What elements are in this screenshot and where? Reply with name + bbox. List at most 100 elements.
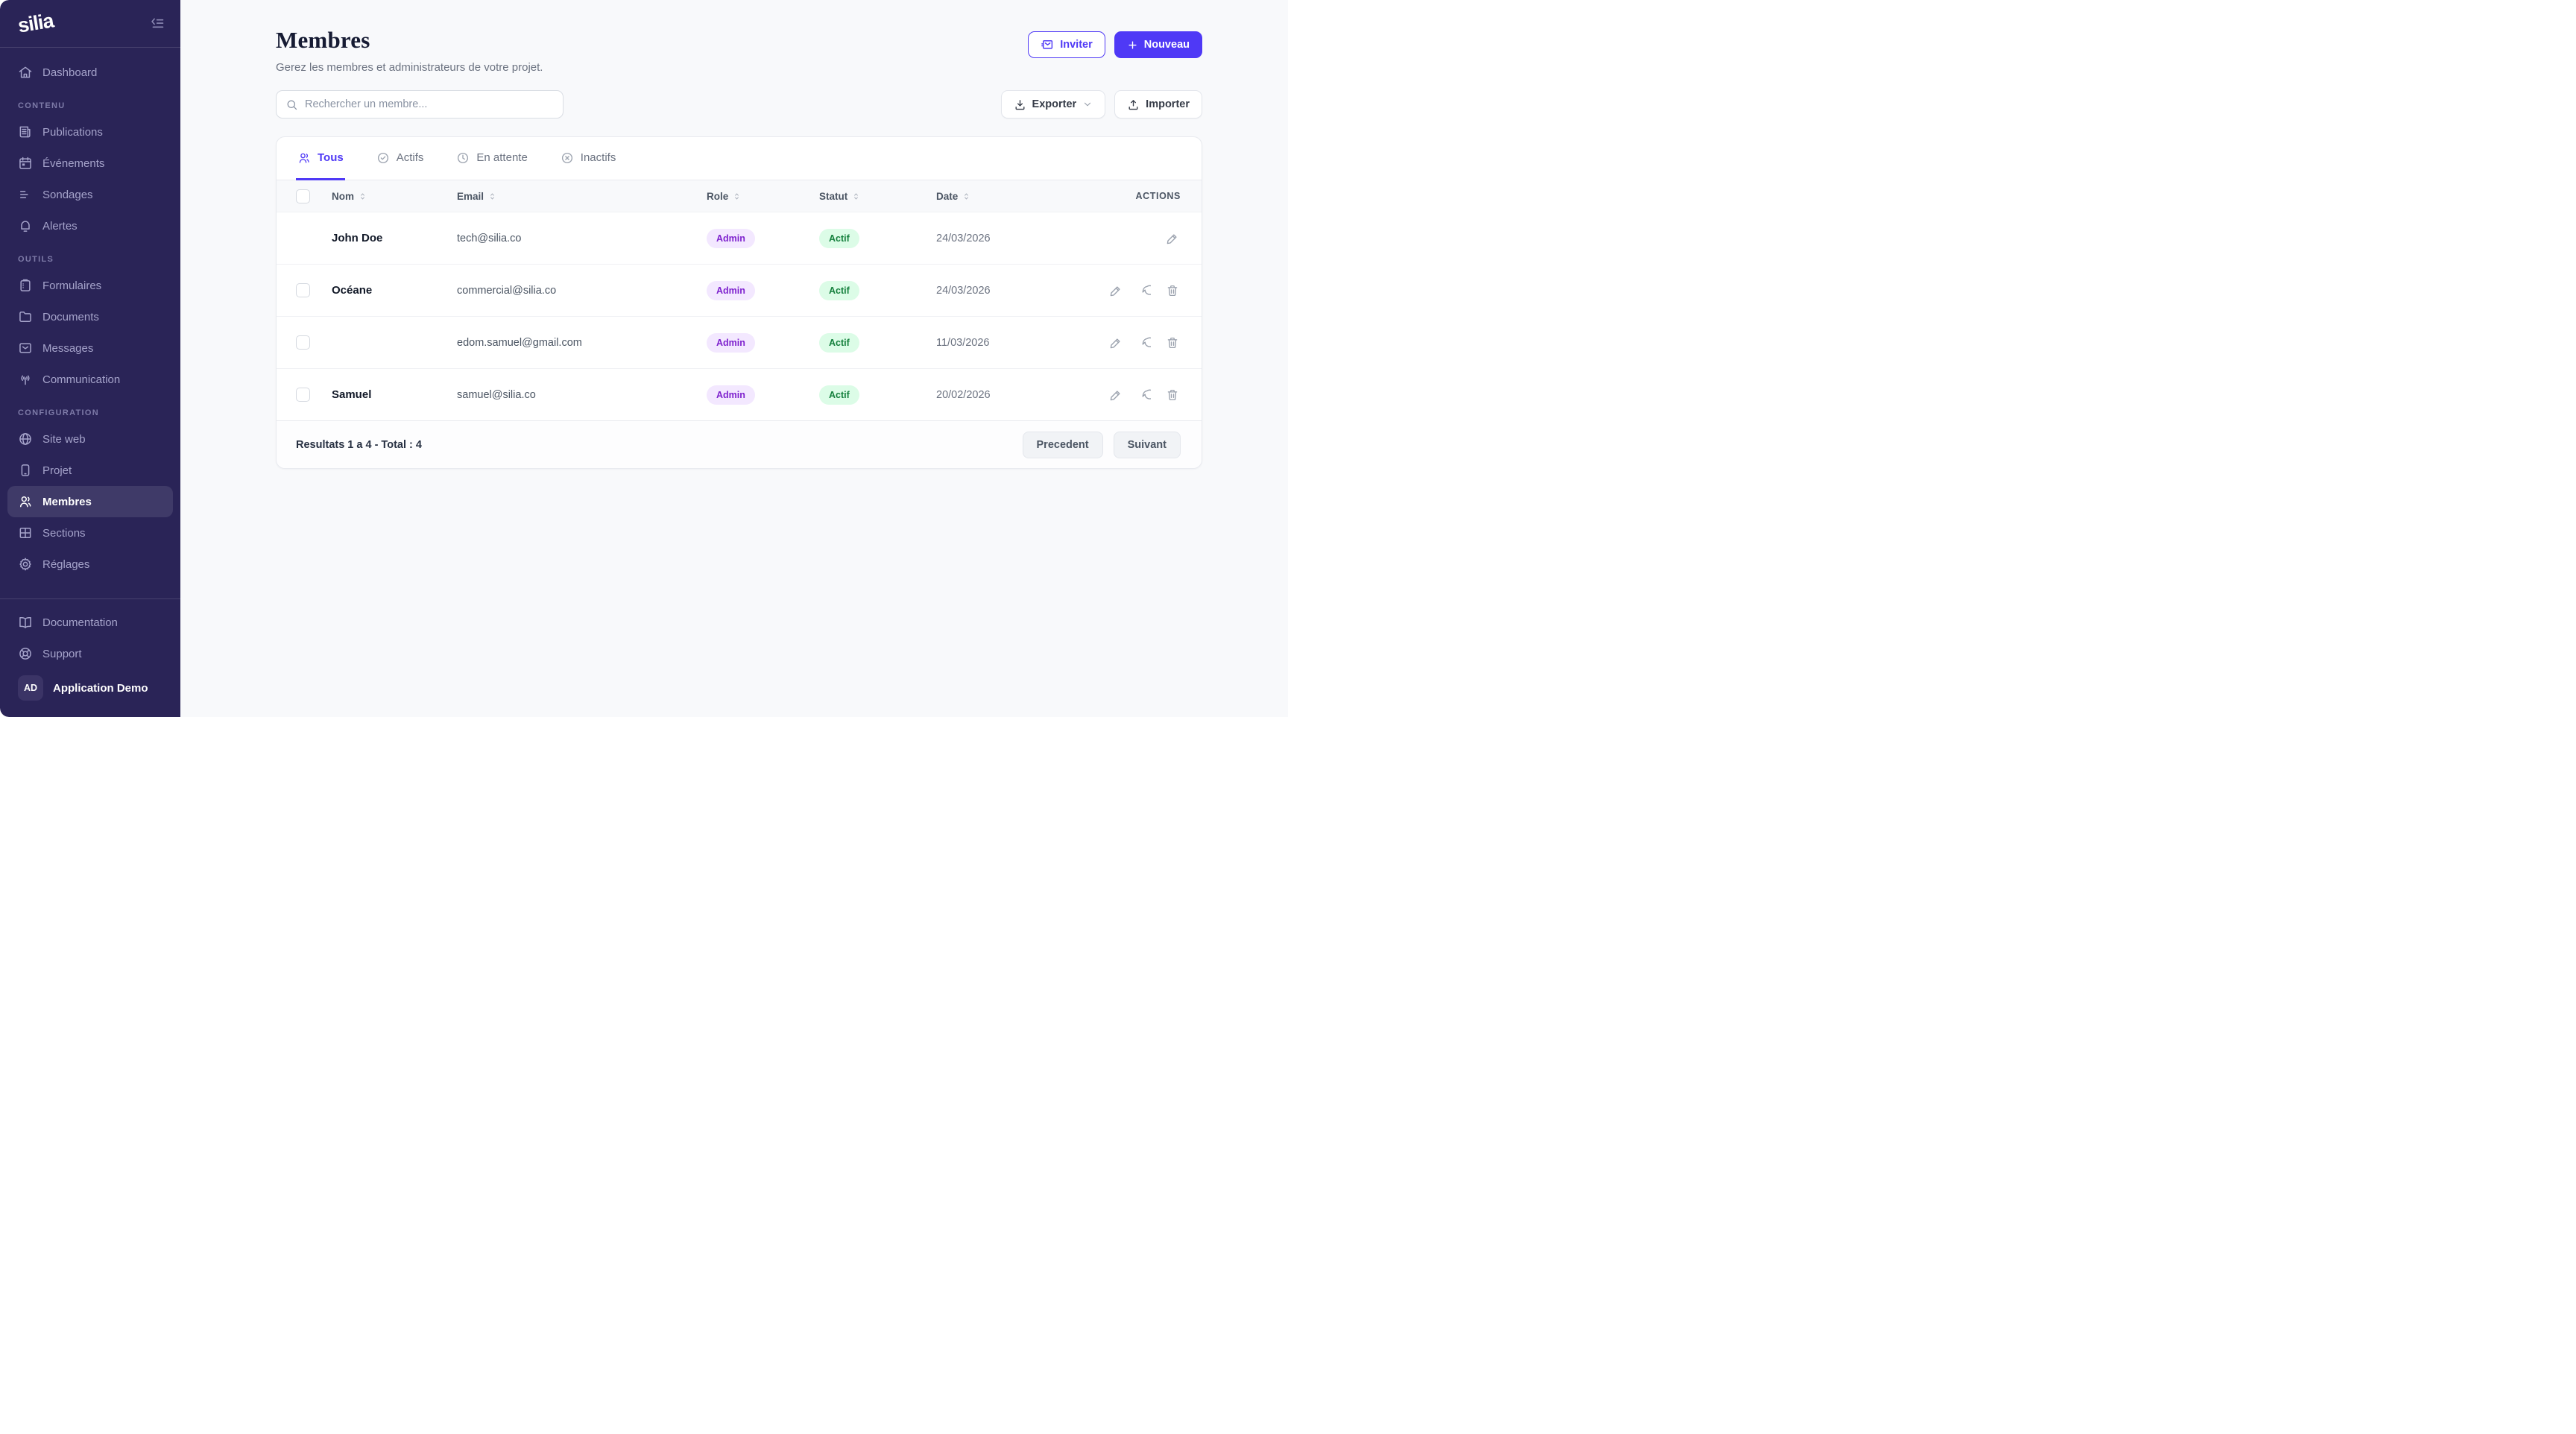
sidebar-item-projet[interactable]: Projet xyxy=(7,455,173,486)
status-badge: Actif xyxy=(819,281,859,300)
sidebar-item-alertes[interactable]: Alertes xyxy=(7,210,173,241)
pencil-icon xyxy=(1109,284,1123,297)
tab-label: Inactifs xyxy=(581,151,616,164)
tab-label: Actifs xyxy=(397,151,424,164)
sidebar-item-reglages[interactable]: Réglages xyxy=(7,549,173,580)
column-label: Date xyxy=(936,191,958,202)
delete-button[interactable] xyxy=(1164,335,1181,351)
next-button[interactable]: Suivant xyxy=(1114,432,1181,458)
page-subtitle: Gerez les membres et administrateurs de … xyxy=(276,61,543,74)
search-input[interactable] xyxy=(305,98,554,110)
previous-button[interactable]: Precedent xyxy=(1023,432,1103,458)
column-header-email[interactable]: Email xyxy=(457,191,707,202)
table-row: John Doe tech@silia.co Admin Actif 24/03… xyxy=(277,212,1202,264)
sidebar-item-siteweb[interactable]: Site web xyxy=(7,423,173,455)
download-icon xyxy=(1014,98,1026,111)
row-checkbox[interactable] xyxy=(296,283,310,297)
sidebar-item-sondages[interactable]: Sondages xyxy=(7,179,173,210)
column-header-role[interactable]: Role xyxy=(707,191,819,202)
users-icon xyxy=(297,151,311,165)
sidebar-item-label: Support xyxy=(42,648,82,660)
smartphone-icon xyxy=(18,463,33,478)
column-header-nom[interactable]: Nom xyxy=(332,191,457,202)
invite-button[interactable]: Inviter xyxy=(1028,31,1105,58)
delete-button[interactable] xyxy=(1164,387,1181,403)
member-role-cell: Admin xyxy=(707,385,819,405)
sidebar-item-label: Membres xyxy=(42,496,92,508)
toolbar: Exporter Importer xyxy=(276,90,1202,119)
edit-button[interactable] xyxy=(1164,230,1181,247)
sidebar-item-evenements[interactable]: Événements xyxy=(7,148,173,179)
row-actions xyxy=(1108,335,1181,351)
comment-button[interactable] xyxy=(1136,387,1152,403)
member-status-cell: Actif xyxy=(819,333,936,353)
column-label: Role xyxy=(707,191,728,202)
role-badge: Admin xyxy=(707,333,755,353)
comment-button[interactable] xyxy=(1136,282,1152,299)
sidebar-item-label: Réglages xyxy=(42,558,89,571)
sidebar-item-messages[interactable]: Messages xyxy=(7,332,173,364)
tab-label: Tous xyxy=(318,151,344,164)
row-checkbox[interactable] xyxy=(296,388,310,402)
comment-button[interactable] xyxy=(1136,335,1152,351)
new-button[interactable]: Nouveau xyxy=(1114,31,1202,58)
select-all-checkbox[interactable] xyxy=(296,189,310,203)
chat-bubble-icon xyxy=(1137,388,1151,402)
tab-en-attente[interactable]: En attente xyxy=(455,137,528,180)
export-button-label: Exporter xyxy=(1032,98,1077,110)
sidebar-section-outils: OUTILS xyxy=(7,241,173,270)
sidebar-item-publications[interactable]: Publications xyxy=(7,116,173,148)
sidebar-item-documentation[interactable]: Documentation xyxy=(7,607,128,638)
sidebar-item-communication[interactable]: Communication xyxy=(7,364,173,395)
role-badge: Admin xyxy=(707,229,755,248)
role-badge: Admin xyxy=(707,385,755,405)
sidebar-item-dashboard[interactable]: Dashboard xyxy=(7,57,173,88)
sidebar-item-label: Projet xyxy=(42,464,72,477)
search-icon xyxy=(285,98,298,111)
tab-inactifs[interactable]: Inactifs xyxy=(559,137,618,180)
sidebar-header: silia xyxy=(0,0,180,48)
member-name: Océane xyxy=(332,284,457,297)
import-button[interactable]: Importer xyxy=(1114,90,1202,119)
trash-icon xyxy=(1166,336,1179,350)
mail-icon xyxy=(18,341,33,356)
pencil-icon xyxy=(1109,388,1123,402)
edit-button[interactable] xyxy=(1108,282,1124,299)
sidebar-item-label: Documents xyxy=(42,311,99,323)
sidebar-item-label: Messages xyxy=(42,342,93,355)
account-name: Application Demo xyxy=(53,682,148,695)
tab-actifs[interactable]: Actifs xyxy=(375,137,426,180)
sort-icon xyxy=(962,192,971,201)
page-title: Membres xyxy=(276,27,543,54)
row-actions xyxy=(1164,230,1181,247)
search-box xyxy=(276,90,564,119)
export-button[interactable]: Exporter xyxy=(1001,90,1106,119)
tab-tous[interactable]: Tous xyxy=(296,137,345,180)
sidebar-collapse-button[interactable] xyxy=(150,16,165,31)
sidebar-item-sections[interactable]: Sections xyxy=(7,517,173,549)
sidebar-item-label: Communication xyxy=(42,373,120,386)
sidebar-item-membres[interactable]: Membres xyxy=(7,486,173,517)
mail-send-icon xyxy=(1041,38,1054,51)
pager: Precedent Suivant xyxy=(1023,432,1181,458)
sidebar-item-documents[interactable]: Documents xyxy=(7,301,173,332)
delete-button[interactable] xyxy=(1164,282,1181,299)
home-icon xyxy=(18,65,33,80)
column-header-statut[interactable]: Statut xyxy=(819,191,936,202)
new-button-label: Nouveau xyxy=(1144,39,1190,51)
status-badge: Actif xyxy=(819,333,859,353)
member-name: John Doe xyxy=(332,232,457,244)
column-header-date[interactable]: Date xyxy=(936,191,1070,202)
row-checkbox[interactable] xyxy=(296,335,310,350)
sidebar-spacer xyxy=(0,580,180,598)
sidebar: silia Dashboard CONTENU Publications Évé… xyxy=(0,0,180,717)
account-row[interactable]: AD Application Demo xyxy=(7,669,173,711)
column-header-actions: ACTIONS xyxy=(1136,191,1181,201)
sidebar-item-formulaires[interactable]: Formulaires xyxy=(7,270,173,301)
edit-button[interactable] xyxy=(1108,335,1124,351)
main-content: Membres Gerez les membres et administrat… xyxy=(180,0,1288,717)
sidebar-item-support[interactable]: Support xyxy=(7,638,92,669)
edit-button[interactable] xyxy=(1108,387,1124,403)
list-icon xyxy=(18,187,33,202)
newspaper-icon xyxy=(18,124,33,139)
